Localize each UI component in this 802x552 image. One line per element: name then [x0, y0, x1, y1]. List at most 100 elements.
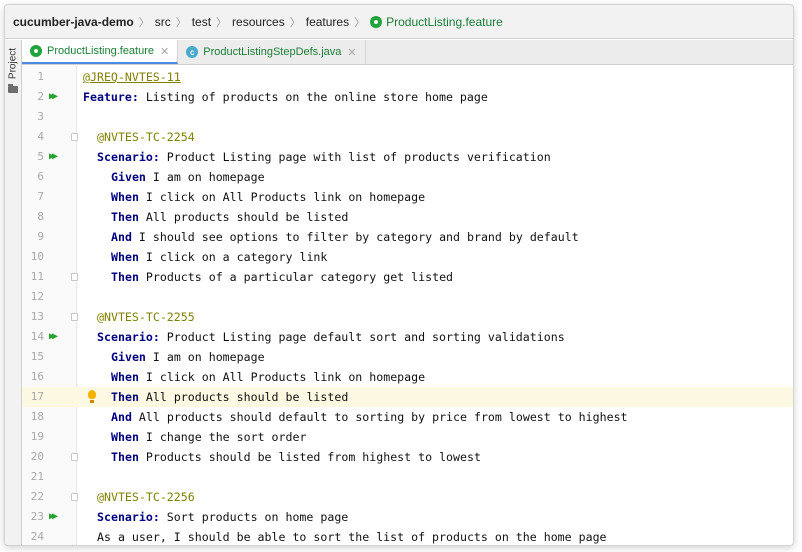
code-line[interactable]: 23 ▶▶ Scenario: Sort products on home page: [22, 507, 793, 527]
code-line[interactable]: 21: [22, 467, 793, 487]
fold-end-marker-icon[interactable]: [71, 273, 78, 281]
code-line[interactable]: 13 @NVTES-TC-2255: [22, 307, 793, 327]
left-tool-strip: Project: [5, 40, 22, 545]
code-line[interactable]: 7 When I click on All Products link on ho…: [22, 187, 793, 207]
line-number: 12: [30, 290, 44, 303]
code-line[interactable]: 22 @NVTES-TC-2256: [22, 487, 793, 507]
breadcrumb-features[interactable]: features: [306, 15, 349, 29]
line-number: 8: [37, 210, 44, 223]
code-line[interactable]: 6 Given I am on homepage: [22, 167, 793, 187]
ide-window: cucumber-java-demo 〉 src 〉 test 〉 resour…: [4, 4, 794, 546]
step-text: Listing of products on the online store …: [138, 90, 488, 104]
fold-marker-icon[interactable]: [71, 493, 78, 501]
line-number: 1: [37, 70, 44, 83]
code-line[interactable]: 1 @JREQ-NVTES-11: [22, 67, 793, 87]
step-text: I am on homepage: [145, 170, 265, 184]
code-text: Then Products should be listed from high…: [111, 447, 481, 467]
code-text: As a user, I should be able to sort the …: [97, 527, 607, 545]
code-line[interactable]: 16 When I click on All Products link on h…: [22, 367, 793, 387]
line-number: 4: [37, 130, 44, 143]
gherkin-keyword: Then: [111, 390, 139, 404]
gherkin-tag: @NVTES-TC-2256: [97, 490, 195, 504]
project-tool-window-tab[interactable]: Project: [5, 42, 21, 104]
gherkin-keyword: And: [111, 410, 132, 424]
line-number: 10: [30, 250, 44, 263]
line-number: 6: [37, 170, 44, 183]
line-number: 16: [30, 370, 44, 383]
gherkin-icon: [370, 15, 383, 28]
gherkin-tag: @JREQ-NVTES-11: [83, 70, 181, 84]
breadcrumb-file[interactable]: ProductListing.feature: [370, 15, 503, 29]
run-test-icon[interactable]: ▶▶: [49, 507, 58, 527]
code-editor[interactable]: 1 @JREQ-NVTES-11 2 ▶▶ Feature: Listing of pr…: [22, 65, 793, 545]
code-line[interactable]: 8 Then All products should be listed: [22, 207, 793, 227]
code-text: Given I am on homepage: [111, 347, 265, 367]
gherkin-keyword: Scenario:: [97, 150, 160, 164]
tab-productlisting-feature[interactable]: ProductListing.feature ✕: [22, 40, 179, 64]
line-number: 3: [37, 110, 44, 123]
code-line[interactable]: 9 And I should see options to filter by c…: [22, 227, 793, 247]
gherkin-keyword: Then: [111, 450, 139, 464]
code-line[interactable]: 20 Then Products should be listed from hi…: [22, 447, 793, 467]
gherkin-keyword: Scenario:: [97, 510, 160, 524]
code-text: When I click on a category link: [111, 247, 327, 267]
code-line[interactable]: 10 When I click on a category link: [22, 247, 793, 267]
code-line[interactable]: 2 ▶▶ Feature: Listing of products on the o…: [22, 87, 793, 107]
fold-marker-icon[interactable]: [71, 133, 78, 141]
step-text: I am on homepage: [145, 350, 265, 364]
code-line[interactable]: 14 ▶▶ Scenario: Product Listing page defau…: [22, 327, 793, 347]
code-line[interactable]: 3: [22, 107, 793, 127]
code-text: @NVTES-TC-2254: [97, 127, 195, 147]
breadcrumb-test[interactable]: test: [192, 15, 211, 29]
code-text: @NVTES-TC-2256: [97, 487, 195, 507]
fold-marker-icon[interactable]: [71, 313, 78, 321]
close-icon[interactable]: ✕: [160, 45, 169, 58]
step-text: All products should be listed: [138, 390, 349, 404]
line-number: 22: [30, 490, 44, 503]
code-line[interactable]: 4 @NVTES-TC-2254: [22, 127, 793, 147]
code-text: And All products should default to sorti…: [111, 407, 628, 427]
step-text: I click on All Products link on homepage: [138, 370, 426, 384]
gherkin-keyword: Given: [111, 350, 146, 364]
gherkin-keyword: When: [111, 190, 139, 204]
code-line[interactable]: 19 When I change the sort order: [22, 427, 793, 447]
editor-tab-bar: ProductListing.feature ✕ c ProductListin…: [22, 40, 793, 65]
gherkin-keyword: And: [111, 230, 132, 244]
code-line[interactable]: 12: [22, 287, 793, 307]
code-line[interactable]: 11 Then Products of a particular category…: [22, 267, 793, 287]
folder-icon: [8, 84, 18, 93]
java-class-icon: c: [186, 46, 199, 58]
code-line[interactable]: 18 And All products should default to sor…: [22, 407, 793, 427]
tab-label: ProductListing.feature: [47, 45, 155, 57]
breadcrumb-project[interactable]: cucumber-java-demo: [13, 15, 134, 29]
code-line[interactable]: 15 Given I am on homepage: [22, 347, 793, 367]
line-number: 21: [30, 470, 44, 483]
run-test-icon[interactable]: ▶▶: [49, 327, 58, 347]
line-number: 13: [30, 310, 44, 323]
code-text: When I click on All Products link on hom…: [111, 187, 425, 207]
code-text: Given I am on homepage: [111, 167, 265, 187]
breadcrumb-separator-icon: 〉: [216, 16, 228, 29]
line-number: 23: [30, 510, 44, 523]
code-text: @NVTES-TC-2255: [97, 307, 195, 327]
code-line[interactable]: 24 As a user, I should be able to sort th…: [22, 527, 793, 545]
step-text: Product Listing page default sort and so…: [159, 330, 565, 344]
intention-bulb-icon[interactable]: [88, 390, 96, 403]
gherkin-tag: @NVTES-TC-2255: [97, 310, 195, 324]
run-test-icon[interactable]: ▶▶: [49, 87, 58, 107]
fold-end-marker-icon[interactable]: [71, 453, 78, 461]
tab-productlistingstepdefs-java[interactable]: c ProductListingStepDefs.java ✕: [178, 40, 366, 64]
line-number: 19: [30, 430, 44, 443]
code-line[interactable]: 5 ▶▶ Scenario: Product Listing page with l…: [22, 147, 793, 167]
project-tool-window-label: Project: [7, 47, 19, 80]
code-text: Scenario: Product Listing page with list…: [97, 147, 551, 167]
breadcrumb-resources[interactable]: resources: [232, 15, 285, 29]
breadcrumb-src[interactable]: src: [155, 15, 171, 29]
line-number: 24: [30, 530, 44, 543]
close-icon[interactable]: ✕: [347, 46, 356, 59]
run-test-icon[interactable]: ▶▶: [49, 147, 58, 167]
step-text: All products should default to sorting b…: [131, 410, 628, 424]
code-line[interactable]: 17 Then All products should be listed: [22, 387, 793, 407]
breadcrumb-separator-icon: 〉: [354, 16, 366, 29]
code-text: @JREQ-NVTES-11: [83, 67, 181, 87]
